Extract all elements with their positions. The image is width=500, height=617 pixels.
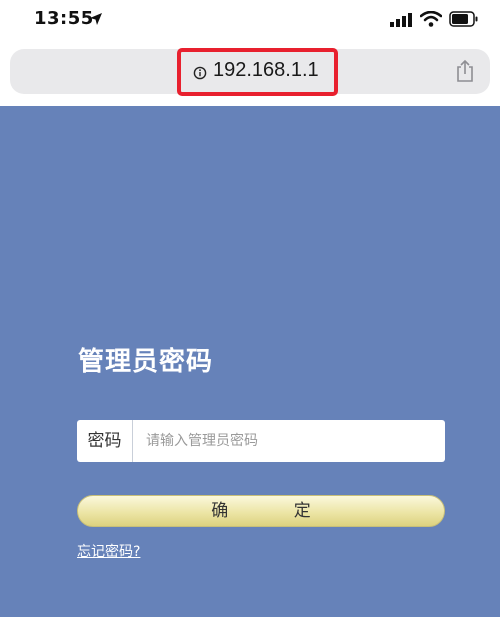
status-bar: 13:55 [0,0,500,42]
password-field-group: 密码 [77,420,445,462]
login-panel [0,106,500,617]
location-arrow-icon [89,11,103,30]
confirm-button[interactable]: 确 定 [77,495,445,527]
status-time: 13:55 [34,8,94,29]
wifi-icon [419,10,443,31]
password-input[interactable] [134,420,442,462]
page-title: 管理员密码 [78,347,214,377]
battery-icon [449,11,479,31]
password-label: 密码 [77,420,133,462]
signal-icon [390,12,414,31]
share-icon[interactable] [455,59,475,87]
forgot-password-link[interactable]: 忘记密码? [77,541,140,561]
url-highlight-box [177,48,338,96]
